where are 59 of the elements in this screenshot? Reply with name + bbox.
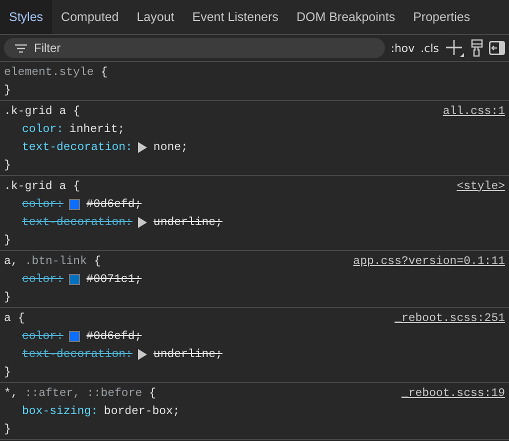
close-brace: }: [4, 84, 11, 96]
property-name: color:: [22, 122, 64, 136]
close-brace: }: [4, 366, 11, 378]
property-value: underline;: [153, 348, 222, 360]
property-value: none;: [153, 140, 188, 154]
source-link[interactable]: <style>: [456, 180, 505, 192]
property-value: #0d6efd;: [86, 330, 142, 342]
selector-text: .k-grid a: [4, 180, 66, 192]
selector-text: a: [4, 312, 11, 324]
open-brace: {: [73, 180, 80, 192]
filter-field[interactable]: Filter: [4, 38, 385, 58]
sidebar-toggle-icon[interactable]: [489, 41, 505, 55]
selector-text: a,: [4, 254, 18, 268]
property-name: color:: [22, 198, 64, 210]
panel-tab[interactable]: Computed: [52, 0, 128, 34]
selector-text: .btn-link: [24, 254, 87, 268]
panel-tab[interactable]: DOM Breakpoints: [287, 0, 404, 34]
close-brace: }: [4, 422, 11, 436]
toggle-button[interactable]: :hov: [390, 42, 415, 54]
selector-text: element.style: [4, 66, 94, 78]
panel-tab[interactable]: Event Listeners: [183, 0, 288, 34]
property-name: text-decoration:: [22, 348, 132, 360]
property-value: #0d6efd;: [86, 198, 142, 210]
property-value: underline;: [153, 216, 222, 228]
source-link[interactable]: _reboot.scss:251: [394, 312, 505, 324]
close-brace: }: [4, 290, 11, 304]
color-swatch[interactable]: [69, 274, 80, 284]
open-brace: {: [94, 254, 101, 268]
expand-icon[interactable]: [138, 142, 148, 152]
property-name: text-decoration:: [22, 140, 132, 154]
property-name: text-decoration:: [22, 216, 132, 228]
color-swatch[interactable]: [69, 330, 80, 342]
source-link[interactable]: app.css?version=0.1:11: [353, 254, 505, 268]
selector-text: ::after, ::before: [24, 386, 142, 400]
source-link[interactable]: _reboot.scss:19: [401, 386, 505, 400]
property-value: #0071c1;: [86, 272, 142, 286]
toggle-button[interactable]: .cls: [420, 42, 439, 54]
open-brace: {: [149, 386, 156, 400]
property-name: box-sizing:: [22, 404, 98, 418]
panel-tab[interactable]: Styles: [0, 0, 52, 34]
expand-icon[interactable]: [138, 216, 148, 228]
color-swatch[interactable]: [69, 198, 80, 210]
close-brace: }: [4, 158, 11, 172]
property-value: border-box;: [104, 404, 180, 418]
expand-icon[interactable]: [138, 348, 148, 360]
add-icon[interactable]: [445, 39, 465, 57]
open-brace: {: [18, 312, 25, 324]
paint-brush-icon[interactable]: [471, 39, 483, 57]
close-brace: }: [4, 234, 11, 246]
property-name: color:: [22, 272, 64, 286]
selector-text: *,: [4, 386, 18, 400]
panel-tab[interactable]: Properties: [404, 0, 480, 34]
property-name: color:: [22, 330, 64, 342]
open-brace: {: [73, 104, 80, 118]
property-value: inherit;: [69, 122, 125, 136]
source-link[interactable]: all.css:1: [442, 104, 505, 118]
open-brace: {: [100, 66, 108, 78]
selector-text: .k-grid a: [4, 104, 66, 118]
panel-tab[interactable]: Layout: [128, 0, 184, 34]
